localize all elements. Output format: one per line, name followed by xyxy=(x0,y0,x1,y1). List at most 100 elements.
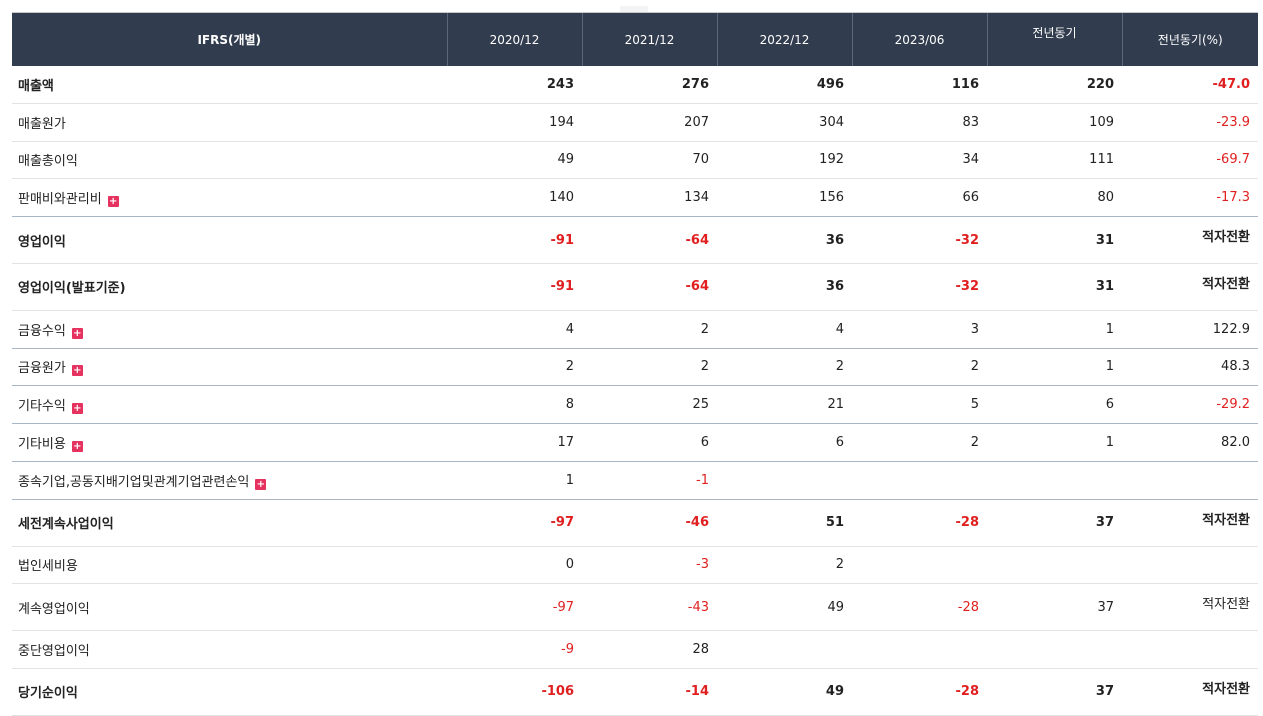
row-label-text: 매출총이익 xyxy=(18,154,78,170)
row-label: 기타비용 + xyxy=(12,423,447,462)
value-cell: -1 xyxy=(582,461,717,500)
value-cell: 122.9 xyxy=(1122,310,1258,349)
table-row: 금융수익 +4 2 4 3 1 122.9 xyxy=(12,310,1258,349)
table-row: 세전계속사업이익 -97 -46 51 -28 37 적자전환 xyxy=(12,499,1258,547)
expand-plus-icon[interactable]: + xyxy=(71,403,83,415)
value-cell: 5 xyxy=(852,385,987,425)
value-cell: 304 xyxy=(717,103,852,142)
value-cell: 220 xyxy=(987,66,1122,104)
value-cell: 194 xyxy=(447,103,582,142)
value-cell: -3 xyxy=(582,546,717,585)
header-cell-ifrs: IFRS(개별) xyxy=(12,13,448,66)
value-cell xyxy=(987,546,1122,585)
value-cell: 적자전환 xyxy=(1122,668,1258,716)
row-label-text: 기타수익 xyxy=(18,399,66,415)
value-cell: 2 xyxy=(717,348,852,387)
value-cell: 109 xyxy=(987,103,1122,142)
header-cell-2023-06: 2023/06 xyxy=(852,13,988,66)
value-cell: 1 xyxy=(447,461,582,500)
row-label: 매출원가 xyxy=(12,103,447,142)
row-label: 금융수익 + xyxy=(12,310,447,349)
value-cell: -46 xyxy=(582,499,717,547)
row-label-text: 법인세비용 xyxy=(18,559,78,575)
value-cell: 적자전환 xyxy=(1122,583,1258,632)
value-cell: 적자전환 xyxy=(1122,216,1258,264)
value-cell: 207 xyxy=(582,103,717,142)
header-cell-2020-12: 2020/12 xyxy=(447,13,583,66)
value-cell: 적자전환 xyxy=(1122,499,1258,547)
row-label-text: 판매비와관리비 xyxy=(18,192,102,208)
value-cell: 37 xyxy=(987,583,1122,632)
row-label: 법인세비용 xyxy=(12,546,447,585)
value-cell: 80 xyxy=(987,178,1122,218)
row-label: 영업이익(발표기준) xyxy=(12,263,447,311)
value-cell xyxy=(852,546,987,585)
row-label: 당기순이익 xyxy=(12,668,447,716)
expand-plus-icon[interactable]: + xyxy=(71,441,83,453)
value-cell: -17.3 xyxy=(1122,178,1258,218)
table-row: 판매비와관리비 +140 134 156 66 80 -17.3 xyxy=(12,178,1258,218)
row-label: 판매비와관리비 + xyxy=(12,178,447,218)
value-cell: 49 xyxy=(717,583,852,632)
value-cell: 49 xyxy=(447,141,582,180)
value-cell: 31 xyxy=(987,263,1122,311)
expand-plus-icon[interactable]: + xyxy=(107,196,119,208)
expand-plus-icon[interactable]: + xyxy=(71,365,83,377)
value-cell: 4 xyxy=(717,310,852,349)
value-cell: -91 xyxy=(447,263,582,311)
row-label: 중단영업이익 xyxy=(12,630,447,669)
value-cell: 34 xyxy=(852,141,987,180)
table-row: 계속영업이익 -97 -43 49 -28 37 적자전환 xyxy=(12,583,1258,632)
value-cell: -9 xyxy=(447,630,582,669)
value-cell: -91 xyxy=(447,216,582,264)
header-cell-2022-12: 2022/12 xyxy=(717,13,853,66)
row-label: 매출총이익 xyxy=(12,141,447,180)
value-cell: 31 xyxy=(987,216,1122,264)
value-cell: 243 xyxy=(447,66,582,104)
value-cell: 4 xyxy=(447,310,582,349)
value-cell: -47.0 xyxy=(1122,66,1258,104)
row-label: 금융원가 + xyxy=(12,348,447,387)
value-cell: 1 xyxy=(987,423,1122,462)
expand-plus-icon[interactable]: + xyxy=(255,478,267,490)
value-cell: 134 xyxy=(582,178,717,218)
value-cell xyxy=(987,461,1122,500)
value-cell: 25 xyxy=(582,385,717,425)
row-label-text: 매출액 xyxy=(18,78,54,94)
row-label: 기타수익 + xyxy=(12,385,447,425)
row-label: 계속영업이익 xyxy=(12,583,447,632)
row-label-text: 매출원가 xyxy=(18,116,66,132)
table-body: 매출액 243 276 496 116 220 -47.0 매출원가 194 207 304 83 10… xyxy=(12,66,1258,716)
value-cell: 6 xyxy=(987,385,1122,425)
value-cell: 2 xyxy=(717,546,852,585)
value-cell: -64 xyxy=(582,263,717,311)
header-cell-prior-year-pct: 전년동기(%) xyxy=(1122,13,1258,66)
value-cell: 적자전환 xyxy=(1122,263,1258,311)
table-row: 영업이익 -91 -64 36 -32 31 적자전환 xyxy=(12,216,1258,264)
table-row: 기타수익 +8 25 21 5 6 -29.2 xyxy=(12,385,1258,425)
table-row: 중단영업이익 -9 28 xyxy=(12,630,1258,669)
row-label-text: 기타비용 xyxy=(18,437,66,453)
value-cell: 2 xyxy=(582,310,717,349)
table-row: 종속기업,공동지배기업및관계기업관련손익 +1 -1 xyxy=(12,461,1258,500)
value-cell: -106 xyxy=(447,668,582,716)
row-label-text: 금융원가 xyxy=(18,361,66,377)
table-row: 법인세비용 0 -3 2 xyxy=(12,546,1258,585)
value-cell: 116 xyxy=(852,66,987,104)
row-label: 종속기업,공동지배기업및관계기업관련손익 + xyxy=(12,461,447,500)
expand-plus-icon[interactable]: + xyxy=(71,327,83,339)
table-row: 매출액 243 276 496 116 220 -47.0 xyxy=(12,66,1258,104)
value-cell: 70 xyxy=(582,141,717,180)
row-label: 세전계속사업이익 xyxy=(12,499,447,547)
value-cell: 37 xyxy=(987,499,1122,547)
value-cell: -28 xyxy=(852,583,987,632)
row-label-text: 중단영업이익 xyxy=(18,644,90,660)
value-cell: 496 xyxy=(717,66,852,104)
table-header: IFRS(개별) 2020/12 2021/12 2022/12 2023/06… xyxy=(12,13,1258,66)
value-cell: 0 xyxy=(447,546,582,585)
value-cell xyxy=(1122,461,1258,500)
financial-statement-container: IFRS(개별) 2020/12 2021/12 2022/12 2023/06… xyxy=(12,13,1258,716)
row-label-text: 계속영업이익 xyxy=(18,601,90,617)
row-label-text: 당기순이익 xyxy=(18,686,78,702)
row-label: 매출액 xyxy=(12,66,447,104)
